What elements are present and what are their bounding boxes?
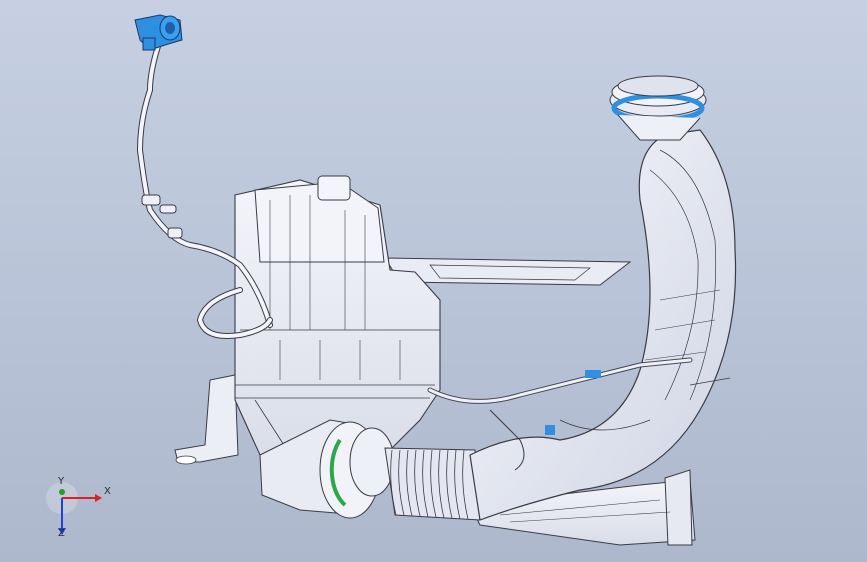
- intake-ring: [609, 75, 707, 141]
- left-bracket: [174, 374, 239, 465]
- coordinate-triad: X Y Z: [40, 476, 120, 558]
- sensor-connector: [134, 14, 183, 51]
- corrugated-hose: [384, 447, 481, 521]
- graphics-viewport[interactable]: X Y Z: [0, 0, 867, 562]
- intake-duct: [469, 129, 737, 521]
- x-axis-label: X: [104, 486, 111, 497]
- cad-model[interactable]: [0, 0, 867, 562]
- z-axis-label: Z: [58, 528, 65, 539]
- y-axis-label: Y: [58, 476, 65, 487]
